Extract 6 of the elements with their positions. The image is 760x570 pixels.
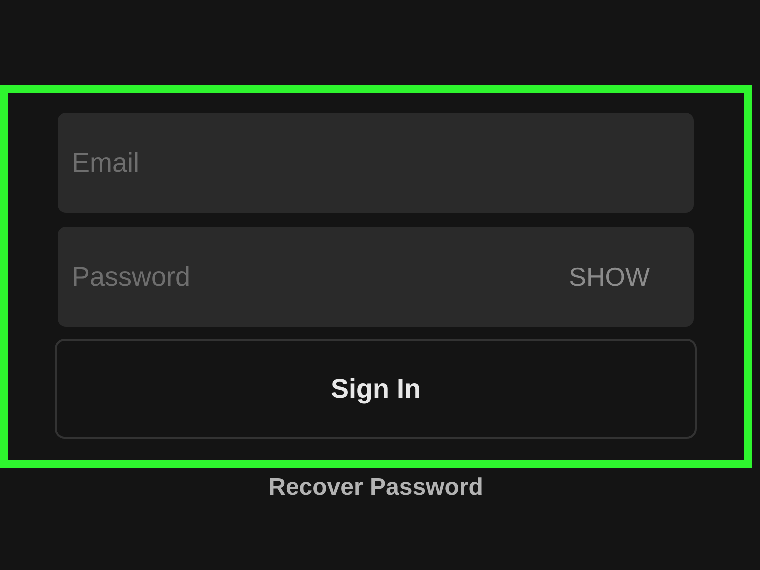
recover-password-link[interactable]: Recover Password <box>268 470 484 506</box>
password-input[interactable]: Password <box>72 256 570 298</box>
password-field[interactable]: Password SHOW <box>58 227 694 327</box>
email-field[interactable]: Email <box>58 113 694 213</box>
sign-in-button[interactable]: Sign In <box>55 339 697 439</box>
show-password-button[interactable]: SHOW <box>569 258 650 296</box>
